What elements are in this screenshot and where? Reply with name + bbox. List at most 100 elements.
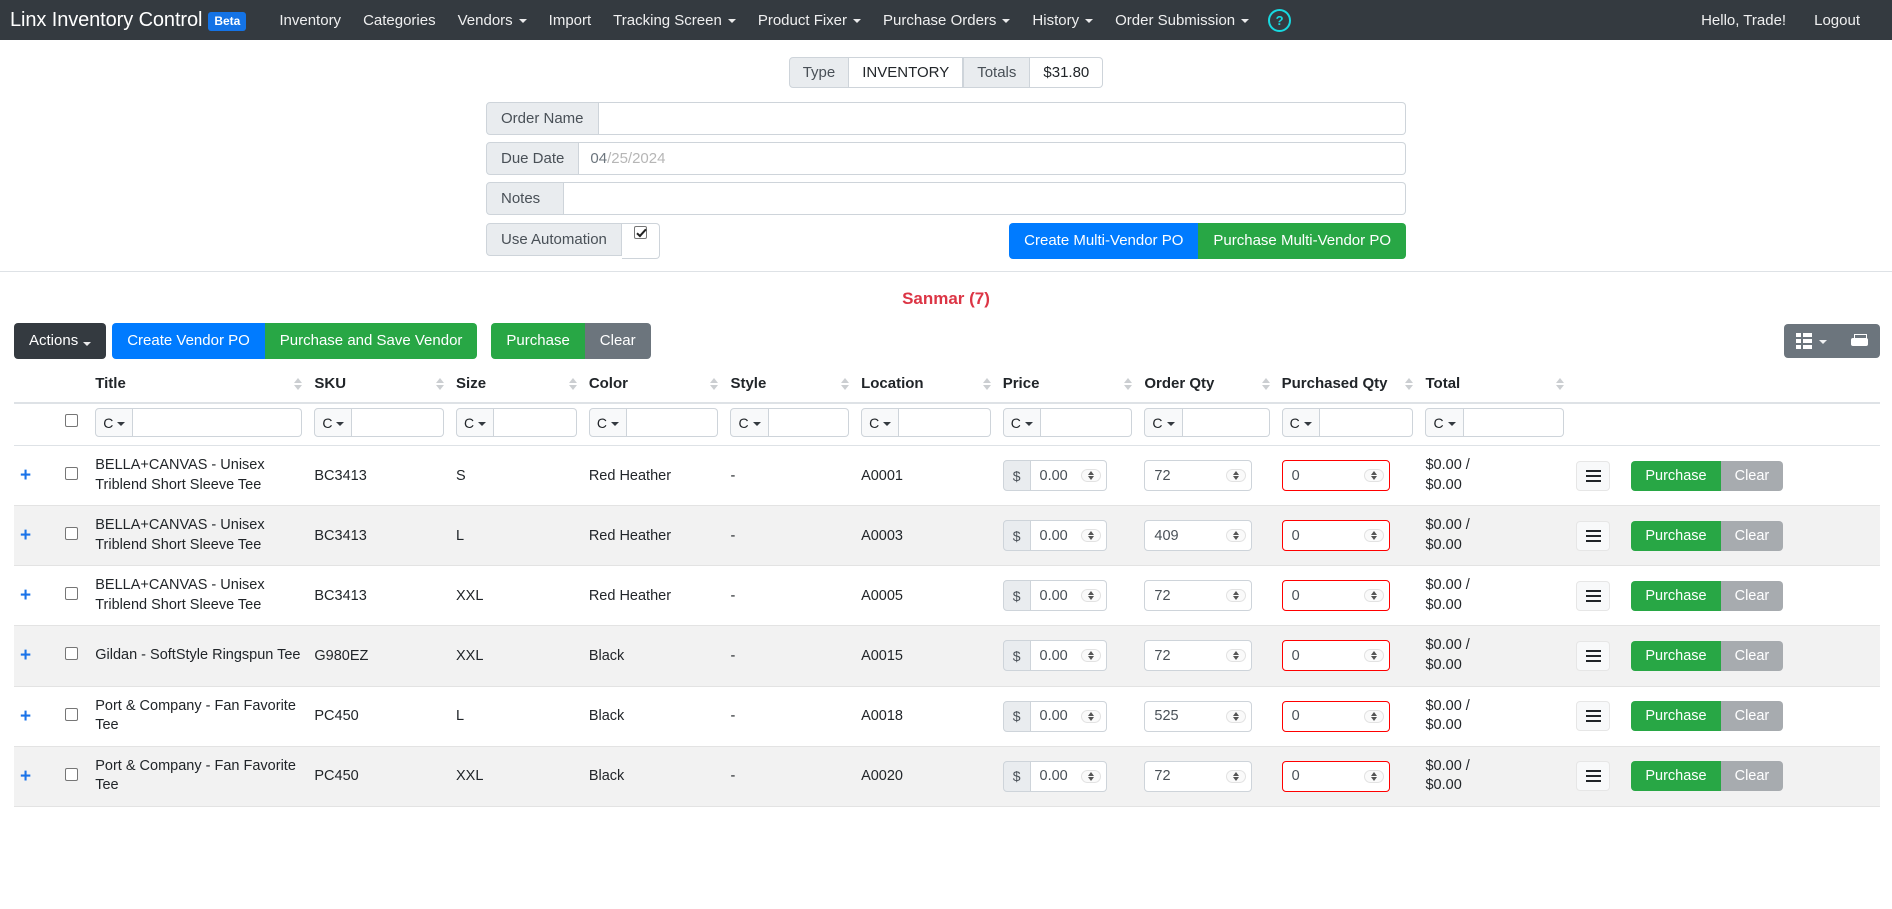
spinner-arrows-icon[interactable] (1080, 709, 1101, 723)
filter-condition-dropdown[interactable]: C (1002, 408, 1041, 437)
order-name-input[interactable] (598, 102, 1406, 135)
spinner-arrows-icon[interactable] (1226, 589, 1247, 603)
row-select-cell[interactable] (53, 445, 90, 507)
nav-item-categories[interactable]: Categories (352, 12, 447, 29)
row-clear-button[interactable]: Clear (1720, 520, 1784, 551)
purchased-qty-stepper[interactable]: 0 (1281, 700, 1390, 732)
nav-item-product-fixer[interactable]: Product Fixer (747, 12, 872, 29)
spinner-arrows-icon[interactable] (1080, 589, 1101, 603)
col-price[interactable]: Price (996, 369, 1139, 404)
filter-input-purchased-qty[interactable] (1319, 408, 1414, 437)
row-select-cell[interactable] (53, 746, 90, 807)
price-stepper[interactable]: 0.00 (1030, 760, 1107, 792)
notes-input[interactable] (564, 182, 1406, 215)
clear-button[interactable]: Clear (584, 323, 651, 359)
row-clear-button[interactable]: Clear (1720, 761, 1784, 792)
nav-item-import[interactable]: Import (538, 12, 603, 29)
price-stepper[interactable]: 0.00 (1030, 580, 1107, 612)
row-select-cell[interactable] (53, 686, 90, 747)
col-location[interactable]: Location (855, 369, 997, 404)
filter-input-price[interactable] (1040, 408, 1133, 437)
price-input-group[interactable]: $ 0.00 (1002, 640, 1107, 672)
expand-row-icon[interactable]: + (20, 645, 31, 666)
order-qty-stepper[interactable]: 525 (1144, 700, 1253, 732)
price-stepper[interactable]: 0.00 (1030, 700, 1107, 732)
spinner-arrows-icon[interactable] (1080, 529, 1101, 543)
nav-item-history[interactable]: History (1021, 12, 1104, 29)
order-qty-stepper[interactable]: 409 (1144, 520, 1253, 552)
filter-condition-dropdown[interactable]: C (456, 408, 495, 437)
spinner-arrows-icon[interactable] (1226, 769, 1247, 783)
sort-icon[interactable] (436, 377, 445, 390)
price-input-group[interactable]: $ 0.00 (1002, 460, 1107, 492)
due-date-input[interactable]: 04/25/2024 (579, 142, 1406, 175)
purchase-and-save-vendor-button[interactable]: Purchase and Save Vendor (264, 323, 478, 359)
row-menu-icon[interactable] (1576, 460, 1610, 491)
row-select-checkbox[interactable] (65, 467, 79, 481)
expand-cell[interactable]: + (14, 686, 54, 747)
spinner-arrows-icon[interactable] (1226, 709, 1247, 723)
create-vendor-po-button[interactable]: Create Vendor PO (112, 323, 265, 359)
expand-row-icon[interactable]: + (20, 585, 31, 606)
spinner-arrows-icon[interactable] (1363, 589, 1384, 603)
expand-cell[interactable]: + (14, 625, 54, 687)
col-total[interactable]: Total (1419, 369, 1570, 404)
row-clear-button[interactable]: Clear (1720, 460, 1784, 491)
spinner-arrows-icon[interactable] (1080, 649, 1101, 663)
help-icon[interactable]: ? (1268, 8, 1292, 32)
filter-condition-dropdown[interactable]: C (95, 408, 134, 437)
row-menu-icon[interactable] (1576, 520, 1610, 551)
sort-icon[interactable] (982, 377, 991, 390)
row-select-checkbox[interactable] (65, 707, 79, 721)
purchased-qty-stepper[interactable]: 0 (1281, 460, 1390, 492)
sort-icon[interactable] (1556, 377, 1564, 390)
row-select-cell[interactable] (53, 625, 90, 687)
spinner-arrows-icon[interactable] (1226, 649, 1247, 663)
row-clear-button[interactable]: Clear (1720, 640, 1784, 671)
sort-icon[interactable] (1405, 377, 1414, 390)
select-all-checkbox[interactable] (65, 413, 79, 427)
row-select-cell[interactable] (53, 565, 90, 627)
col-sku[interactable]: SKU (308, 369, 451, 404)
order-qty-stepper[interactable]: 72 (1144, 640, 1253, 672)
order-qty-stepper[interactable]: 72 (1144, 760, 1253, 792)
row-clear-button[interactable]: Clear (1720, 580, 1784, 611)
row-menu-icon[interactable] (1576, 761, 1610, 792)
row-purchase-button[interactable]: Purchase (1631, 701, 1721, 732)
order-qty-stepper[interactable]: 72 (1144, 580, 1253, 612)
row-purchase-button[interactable]: Purchase (1631, 520, 1721, 551)
create-multi-vendor-po-button[interactable]: Create Multi-Vendor PO (1009, 223, 1199, 259)
nav-item-vendors[interactable]: Vendors (447, 12, 538, 29)
spinner-arrows-icon[interactable] (1363, 709, 1384, 723)
sort-icon[interactable] (1261, 377, 1270, 390)
nav-item-tracking-screen[interactable]: Tracking Screen (602, 12, 747, 29)
app-brand[interactable]: Linx Inventory Control (10, 9, 202, 32)
row-menu-icon[interactable] (1576, 701, 1610, 732)
expand-row-icon[interactable]: + (20, 706, 31, 727)
expand-row-icon[interactable]: + (20, 525, 31, 546)
sort-icon[interactable] (568, 377, 577, 390)
filter-input-order-qty[interactable] (1182, 408, 1270, 437)
filter-input-size[interactable] (494, 408, 577, 437)
use-automation-checkbox-wrap[interactable] (621, 223, 660, 259)
price-input-group[interactable]: $ 0.00 (1002, 700, 1107, 732)
spinner-arrows-icon[interactable] (1080, 469, 1101, 483)
actions-dropdown-button[interactable]: Actions (14, 323, 107, 359)
spinner-arrows-icon[interactable] (1363, 529, 1384, 543)
row-purchase-button[interactable]: Purchase (1631, 761, 1721, 792)
filter-input-color[interactable] (626, 408, 719, 437)
filter-condition-dropdown[interactable]: C (588, 408, 627, 437)
select-all-cell[interactable] (53, 403, 90, 446)
filter-condition-dropdown[interactable]: C (1425, 408, 1464, 437)
sort-icon[interactable] (841, 377, 850, 390)
row-purchase-button[interactable]: Purchase (1631, 460, 1721, 491)
col-title[interactable]: Title (89, 369, 309, 404)
purchase-button[interactable]: Purchase (491, 323, 585, 359)
filter-input-title[interactable] (133, 408, 303, 437)
price-stepper[interactable]: 0.00 (1030, 640, 1107, 672)
filter-condition-dropdown[interactable]: C (861, 408, 900, 437)
spinner-arrows-icon[interactable] (1363, 649, 1384, 663)
order-qty-stepper[interactable]: 72 (1144, 460, 1253, 492)
row-purchase-button[interactable]: Purchase (1631, 580, 1721, 611)
filter-condition-dropdown[interactable]: C (1281, 408, 1320, 437)
